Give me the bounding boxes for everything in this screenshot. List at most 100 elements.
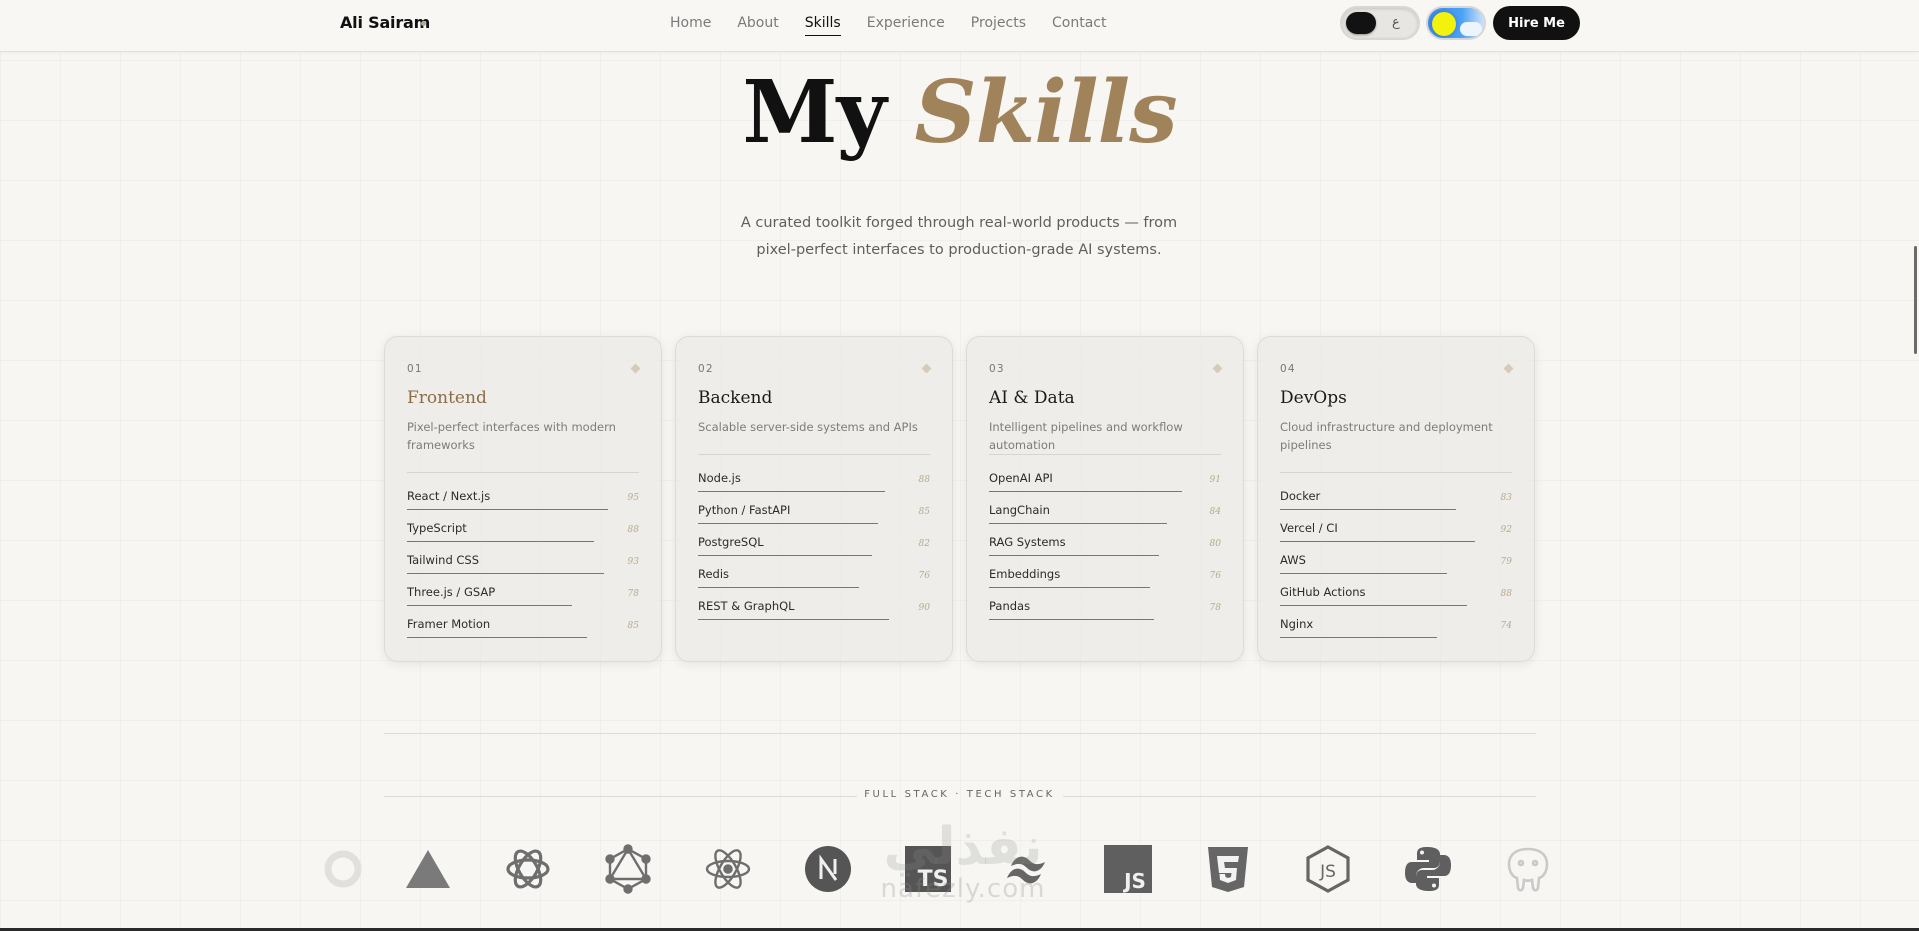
title-accent: Skills xyxy=(914,62,1178,163)
skill-card-devops: 04 DevOps Cloud infrastructure and deploym… xyxy=(1257,336,1535,662)
dark-mode-toggle[interactable]: ع xyxy=(1340,6,1420,40)
skill-row: Embeddings 76 xyxy=(989,567,1221,599)
skill-row: Node.js 88 xyxy=(698,471,930,503)
skill-progress-bar xyxy=(698,587,859,589)
nav-projects[interactable]: Projects xyxy=(971,15,1026,31)
skill-name: PostgreSQL xyxy=(698,535,764,549)
skill-progress-bar xyxy=(407,541,594,543)
skill-value: 85 xyxy=(918,507,930,517)
tech-logo-marquee: TS JS JS xyxy=(0,843,1919,899)
skill-progress-bar xyxy=(1280,637,1437,639)
card-title: DevOps xyxy=(1280,388,1347,408)
language-label: ع xyxy=(1392,15,1400,30)
card-description: Scalable server-side systems and APIs xyxy=(698,420,918,434)
nav-home[interactable]: Home xyxy=(670,15,711,31)
skill-progress-bar xyxy=(989,523,1167,525)
card-title: AI & Data xyxy=(989,388,1075,408)
skill-progress-bar xyxy=(698,523,878,525)
skill-progress-bar xyxy=(989,555,1159,557)
theme-sun-toggle[interactable] xyxy=(1426,6,1486,40)
ring-icon xyxy=(322,843,374,895)
postgresql-icon xyxy=(1502,843,1554,895)
nav-experience[interactable]: Experience xyxy=(867,15,945,31)
skill-name: RAG Systems xyxy=(989,535,1066,549)
skill-row: React / Next.js 95 xyxy=(407,489,639,521)
diamond-icon xyxy=(921,363,932,374)
skill-value: 90 xyxy=(918,603,930,613)
skill-name: Vercel / CI xyxy=(1280,521,1338,535)
subtitle-line-2: pixel-perfect interfaces to production-g… xyxy=(756,242,1162,258)
skill-row: TypeScript 88 xyxy=(407,521,639,553)
skill-row: AWS 79 xyxy=(1280,553,1512,585)
skill-progress-bar xyxy=(989,619,1154,621)
react-icon xyxy=(702,843,754,895)
skill-value: 80 xyxy=(1209,539,1221,549)
cloud-icon xyxy=(1460,22,1482,36)
skill-name: LangChain xyxy=(989,503,1050,517)
html5-icon xyxy=(1202,843,1254,895)
skill-value: 74 xyxy=(1500,621,1512,631)
nav-skills[interactable]: Skills xyxy=(804,15,841,36)
skill-progress-bar xyxy=(698,555,872,557)
skill-row: Redis 76 xyxy=(698,567,930,599)
skill-row: PostgreSQL 82 xyxy=(698,535,930,567)
svg-text:TS: TS xyxy=(918,867,949,892)
skill-value: 92 xyxy=(1500,525,1512,535)
card-number: 01 xyxy=(407,363,423,375)
skill-value: 88 xyxy=(627,525,639,535)
skill-row: GitHub Actions 88 xyxy=(1280,585,1512,617)
nav-about[interactable]: About xyxy=(737,15,778,31)
tailwind-icon xyxy=(1002,843,1054,895)
card-divider xyxy=(1280,472,1512,473)
card-divider xyxy=(407,472,639,473)
skill-progress-bar xyxy=(407,573,604,575)
card-title: Frontend xyxy=(407,388,487,408)
page-scrollbar[interactable] xyxy=(1914,246,1917,354)
diamond-icon xyxy=(630,363,641,374)
skill-row: Three.js / GSAP 78 xyxy=(407,585,639,617)
skill-value: 76 xyxy=(1209,571,1221,581)
skill-value: 76 xyxy=(918,571,930,581)
card-divider xyxy=(698,454,930,455)
section-subtitle: A curated toolkit forged through real-wo… xyxy=(659,210,1259,264)
card-number: 03 xyxy=(989,363,1005,375)
skill-progress-bar xyxy=(989,587,1150,589)
nextjs-icon xyxy=(802,843,854,895)
skill-name: Node.js xyxy=(698,471,741,485)
card-description: Pixel-perfect interfaces with modern fra… xyxy=(407,420,616,452)
diamond-icon xyxy=(1212,363,1223,374)
brand-dot xyxy=(421,21,426,26)
skill-progress-bar xyxy=(1280,541,1475,543)
skill-value: 83 xyxy=(1500,493,1512,503)
sun-icon xyxy=(1432,12,1456,36)
skill-value: 84 xyxy=(1209,507,1221,517)
skill-value: 88 xyxy=(918,475,930,485)
subtitle-line-1: A curated toolkit forged through real-wo… xyxy=(740,215,1178,231)
site-header: Ali Sairam Home About Skills Experience … xyxy=(0,0,1919,52)
skill-card-backend: 02 Backend Scalable server-side systems an… xyxy=(675,336,953,662)
skill-row: Docker 83 xyxy=(1280,489,1512,521)
skill-row: Python / FastAPI 85 xyxy=(698,503,930,535)
skill-row: Nginx 74 xyxy=(1280,617,1512,649)
skill-name: Redis xyxy=(698,567,730,581)
hire-me-button[interactable]: Hire Me xyxy=(1493,6,1580,40)
skill-row: Tailwind CSS 93 xyxy=(407,553,639,585)
brand-name[interactable]: Ali Sairam xyxy=(340,13,430,32)
page-title: My Skills xyxy=(0,67,1919,158)
diamond-icon xyxy=(1503,363,1514,374)
skill-name: AWS xyxy=(1280,553,1306,567)
toggle-knob xyxy=(1346,12,1376,34)
skill-value: 85 xyxy=(627,621,639,631)
nav-contact[interactable]: Contact xyxy=(1052,15,1106,31)
card-description: Cloud infrastructure and deployment pipe… xyxy=(1280,420,1493,452)
card-number: 04 xyxy=(1280,363,1296,375)
javascript-icon: JS xyxy=(1102,843,1154,895)
skill-name: Nginx xyxy=(1280,617,1314,631)
python-icon xyxy=(1402,843,1454,895)
skill-value: 91 xyxy=(1209,475,1221,485)
skill-name: GitHub Actions xyxy=(1280,585,1366,599)
skills-grid: 01 Frontend Pixel-perfect interfaces with … xyxy=(384,336,1536,662)
skill-progress-bar xyxy=(698,491,885,493)
skill-value: 78 xyxy=(1209,603,1221,613)
skill-progress-bar xyxy=(407,637,587,639)
